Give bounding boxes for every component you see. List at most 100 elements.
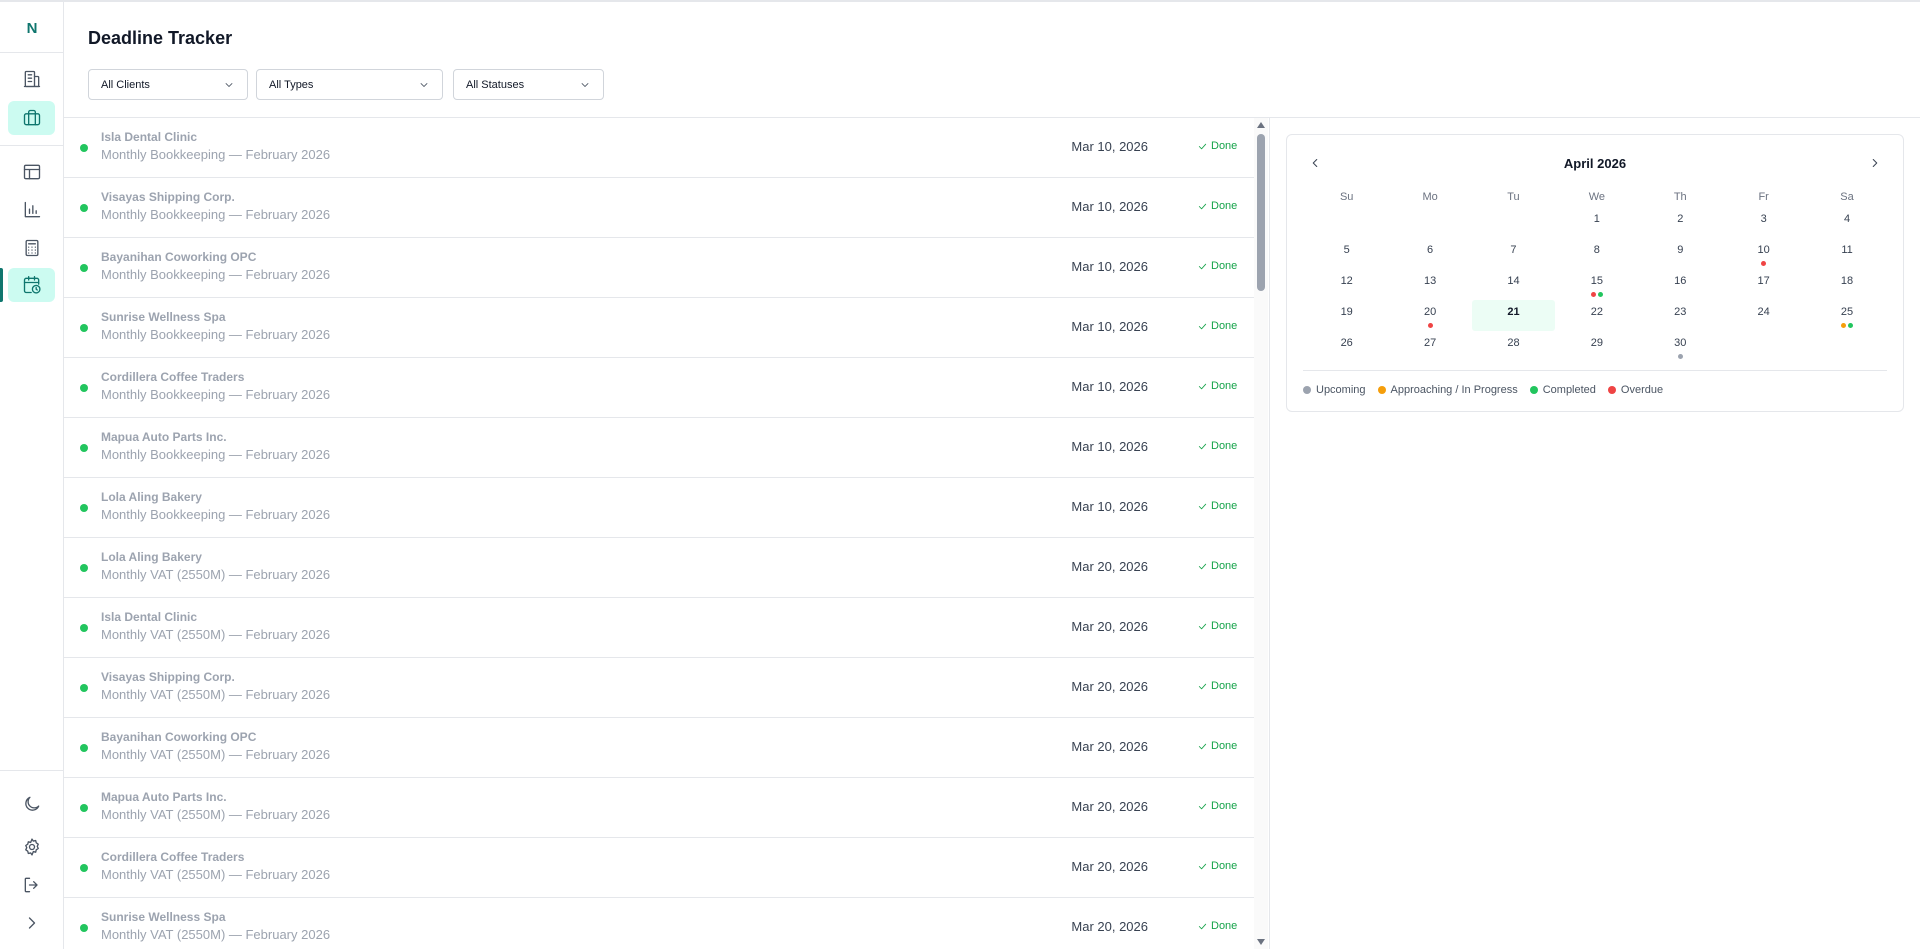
client-name: Cordillera Coffee Traders — [101, 850, 244, 864]
deadline-row[interactable]: Visayas Shipping Corp.Monthly Bookkeepin… — [64, 178, 1254, 238]
task-name: Monthly VAT (2550M) — February 2026 — [101, 927, 330, 942]
check-icon — [1197, 561, 1208, 572]
status-dot — [80, 924, 88, 932]
scroll-up-arrow[interactable] — [1257, 122, 1265, 128]
status-label: Done — [1211, 320, 1237, 332]
calendar-day[interactable]: 30 — [1639, 331, 1722, 362]
type-filter[interactable]: All Types — [256, 69, 443, 100]
calendar-day[interactable]: 23 — [1639, 300, 1722, 331]
next-month-button[interactable] — [1865, 153, 1885, 173]
calendar-day[interactable]: 26 — [1305, 331, 1388, 362]
status-filter[interactable]: All Statuses — [453, 69, 604, 100]
calendar-day[interactable]: 19 — [1305, 300, 1388, 331]
calendar-day[interactable]: 21 — [1472, 300, 1555, 331]
deadline-row[interactable]: Bayanihan Coworking OPCMonthly VAT (2550… — [64, 718, 1254, 778]
calendar-day[interactable]: 27 — [1388, 331, 1471, 362]
calendar-day[interactable]: 18 — [1805, 269, 1888, 300]
status-badge: Done — [1197, 500, 1237, 512]
deadline-row[interactable]: Cordillera Coffee TradersMonthly Bookkee… — [64, 358, 1254, 418]
building-icon[interactable] — [8, 62, 55, 96]
deadline-row[interactable]: Isla Dental ClinicMonthly VAT (2550M) — … — [64, 598, 1254, 658]
calendar-day[interactable]: 7 — [1472, 238, 1555, 269]
calendar-day[interactable]: 25 — [1805, 300, 1888, 331]
status-label: Done — [1211, 740, 1237, 752]
day-number: 8 — [1594, 244, 1600, 256]
day-number: 9 — [1677, 244, 1683, 256]
day-number: 1 — [1594, 213, 1600, 225]
bar-chart-icon[interactable] — [8, 193, 55, 227]
calendar-day[interactable]: 5 — [1305, 238, 1388, 269]
deadline-row[interactable]: Visayas Shipping Corp.Monthly VAT (2550M… — [64, 658, 1254, 718]
table-icon[interactable] — [8, 155, 55, 189]
client-filter[interactable]: All Clients — [88, 69, 248, 100]
weekday-label: Th — [1639, 187, 1722, 207]
legend-item-approaching: Approaching / In Progress — [1378, 384, 1518, 396]
calendar-day[interactable]: 4 — [1805, 207, 1888, 238]
scrollbar[interactable] — [1254, 118, 1268, 949]
calendar-empty-cell — [1472, 207, 1555, 238]
status-dot — [80, 384, 88, 392]
scrollbar-thumb[interactable] — [1257, 134, 1265, 291]
deadline-row[interactable]: Isla Dental ClinicMonthly Bookkeeping — … — [64, 118, 1254, 178]
scroll-down-arrow[interactable] — [1257, 939, 1265, 945]
approaching-marker — [1841, 323, 1846, 328]
divider — [0, 770, 64, 771]
calendar-panel: April 2026 SuMoTuWeThFrSa123456789101112… — [1286, 134, 1904, 412]
legend-dot — [1608, 386, 1616, 394]
calendar-day[interactable]: 12 — [1305, 269, 1388, 300]
calendar-day[interactable]: 14 — [1472, 269, 1555, 300]
completed-marker — [1598, 292, 1603, 297]
gear-icon[interactable] — [8, 830, 55, 864]
overdue-marker — [1428, 323, 1433, 328]
due-date: Mar 10, 2026 — [1071, 199, 1148, 214]
calendar-day[interactable]: 13 — [1388, 269, 1471, 300]
calendar-day[interactable]: 17 — [1722, 269, 1805, 300]
legend-label: Completed — [1543, 384, 1596, 396]
app-logo[interactable]: N — [0, 16, 64, 42]
calendar-week: 1 23 4 — [1305, 207, 1889, 238]
calendar-day[interactable]: 11 — [1805, 238, 1888, 269]
deadline-row[interactable]: Mapua Auto Parts Inc.Monthly VAT (2550M)… — [64, 778, 1254, 838]
deadline-row[interactable]: Sunrise Wellness SpaMonthly Bookkeeping … — [64, 298, 1254, 358]
calendar-day[interactable]: 20 — [1388, 300, 1471, 331]
weekday-header: SuMoTuWeThFrSa — [1305, 187, 1889, 207]
client-name: Cordillera Coffee Traders — [101, 370, 244, 384]
moon-icon[interactable] — [8, 787, 55, 821]
status-badge: Done — [1197, 260, 1237, 272]
logout-icon[interactable] — [8, 868, 55, 902]
deadline-row[interactable]: Bayanihan Coworking OPCMonthly Bookkeepi… — [64, 238, 1254, 298]
deadline-row[interactable]: Lola Aling BakeryMonthly VAT (2550M) — F… — [64, 538, 1254, 598]
status-label: Done — [1211, 560, 1237, 572]
status-dot — [80, 144, 88, 152]
briefcase-icon[interactable] — [8, 101, 55, 135]
calendar-day[interactable]: 1 — [1555, 207, 1638, 238]
calendar-day[interactable]: 16 — [1639, 269, 1722, 300]
calendar-day[interactable]: 10 — [1722, 238, 1805, 269]
day-number: 4 — [1844, 213, 1850, 225]
task-name: Monthly Bookkeeping — February 2026 — [101, 147, 330, 162]
calendar-day[interactable]: 22 — [1555, 300, 1638, 331]
calendar-day[interactable]: 3 — [1722, 207, 1805, 238]
calculator-icon[interactable] — [8, 231, 55, 265]
day-number: 5 — [1344, 244, 1350, 256]
status-label: Done — [1211, 860, 1237, 872]
deadline-row[interactable]: Lola Aling BakeryMonthly Bookkeeping — F… — [64, 478, 1254, 538]
calendar-day[interactable]: 6 — [1388, 238, 1471, 269]
calendar-day[interactable]: 29 — [1555, 331, 1638, 362]
check-icon — [1197, 501, 1208, 512]
weekday-label: Su — [1305, 187, 1388, 207]
deadline-row[interactable]: Sunrise Wellness SpaMonthly VAT (2550M) … — [64, 898, 1254, 949]
chevron-right-icon[interactable] — [8, 906, 55, 940]
calendar-day[interactable]: 8 — [1555, 238, 1638, 269]
legend-label: Upcoming — [1316, 384, 1366, 396]
deadline-row[interactable]: Mapua Auto Parts Inc.Monthly Bookkeeping… — [64, 418, 1254, 478]
deadline-row[interactable]: Cordillera Coffee TradersMonthly VAT (25… — [64, 838, 1254, 898]
calendar-clock-icon[interactable] — [8, 268, 55, 302]
day-number: 26 — [1341, 337, 1353, 349]
calendar-day[interactable]: 28 — [1472, 331, 1555, 362]
calendar-day[interactable]: 9 — [1639, 238, 1722, 269]
client-name: Lola Aling Bakery — [101, 490, 202, 504]
calendar-day[interactable]: 2 — [1639, 207, 1722, 238]
calendar-day[interactable]: 15 — [1555, 269, 1638, 300]
calendar-day[interactable]: 24 — [1722, 300, 1805, 331]
